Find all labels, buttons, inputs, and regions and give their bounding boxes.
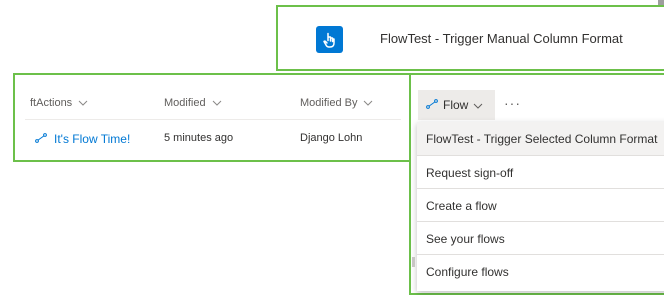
chevron-down-icon [212,97,222,109]
chevron-down-icon [473,98,483,112]
modified-by-cell: Django Lohn [300,132,363,144]
menu-item-see-your-flows[interactable]: See your flows [417,222,664,255]
flow-card[interactable]: FlowTest - Trigger Manual Column Format [276,5,664,71]
flow-button-label: Flow [443,98,469,112]
column-header-label: Modified By [300,97,358,109]
modified-cell: 5 minutes ago [164,132,234,144]
command-bar-panel: Flow ··· FlowTest - Trigger Selected Col… [409,73,664,295]
header-divider [25,119,401,120]
flow-button[interactable]: Flow [418,90,495,120]
chevron-down-icon [78,97,88,109]
chevron-down-icon [363,97,373,109]
flow-menu: FlowTest - Trigger Selected Column Forma… [417,122,664,291]
flow-icon [35,132,47,146]
menu-item-create-a-flow[interactable]: Create a flow [417,189,664,222]
flow-card-title: FlowTest - Trigger Manual Column Format [380,31,623,46]
run-flow-label: It's Flow Time! [54,132,131,146]
menu-item-trigger-selected-column-format[interactable]: FlowTest - Trigger Selected Column Forma… [417,122,664,155]
column-header-modified[interactable]: Modified [164,97,222,109]
flow-icon [426,98,438,112]
touch-hand-icon [316,26,343,53]
column-header-label: ftActions [30,97,73,109]
column-header-label: Modified [164,97,206,109]
list-view: ftActions Modified Modified By It's Flow… [13,73,413,162]
column-header-modified-by[interactable]: Modified By [300,97,373,109]
menu-item-request-sign-off[interactable]: Request sign-off [417,156,664,189]
run-flow-link[interactable]: It's Flow Time! [35,132,130,146]
resize-handle [412,257,415,267]
column-header-ftactions[interactable]: ftActions [30,97,88,109]
more-options-button[interactable]: ··· [504,95,521,111]
menu-item-configure-flows[interactable]: Configure flows [417,255,664,288]
